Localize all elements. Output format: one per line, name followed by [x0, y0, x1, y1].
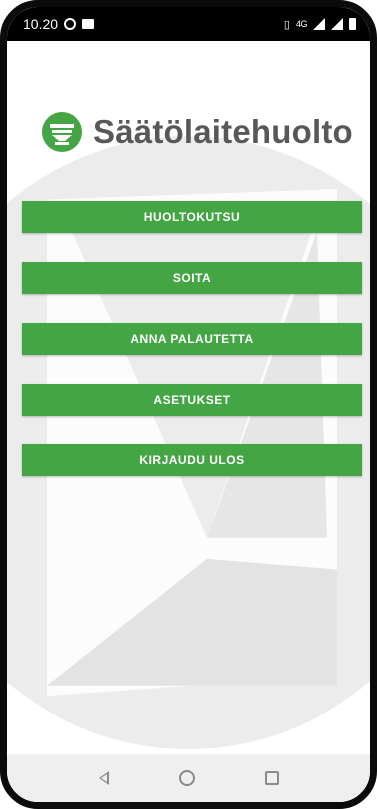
battery-icon — [349, 18, 356, 30]
status-bar: 10.20 ▯ 4G — [7, 7, 370, 41]
feedback-button[interactable]: ANNA PALAUTETTA — [22, 323, 362, 355]
app-logo: Säätölaitehuolto — [41, 111, 353, 153]
whatsapp-icon — [64, 18, 77, 30]
signal-icon — [313, 18, 325, 30]
logo-icon — [42, 112, 82, 152]
status-right: ▯ 4G — [284, 18, 356, 31]
app-title: Säätölaitehuolto — [93, 113, 353, 150]
status-left: 10.20 — [23, 16, 95, 32]
status-time: 10.20 — [23, 16, 59, 32]
main-screen: Säätölaitehuolto HUOLTOKUTSU SOITA ANNA … — [7, 41, 370, 802]
image-icon — [82, 19, 95, 29]
signal-icon-2 — [331, 18, 343, 30]
background-watermark — [7, 136, 370, 750]
call-button[interactable]: SOITA — [22, 262, 362, 294]
settings-button[interactable]: ASETUKSET — [22, 384, 362, 416]
phone-frame: 10.20 ▯ 4G Säätölaitehuolto HUOLTOKUTSU … — [0, 0, 377, 809]
recents-icon[interactable] — [264, 771, 279, 785]
network-icon: 4G — [295, 19, 308, 29]
vibrate-icon: ▯ — [283, 18, 290, 31]
service-call-button[interactable]: HUOLTOKUTSU — [22, 201, 362, 233]
logout-button[interactable]: KIRJAUDU ULOS — [22, 444, 362, 476]
back-icon[interactable] — [98, 771, 109, 785]
navigation-bar — [7, 754, 370, 802]
home-icon[interactable] — [178, 770, 195, 786]
